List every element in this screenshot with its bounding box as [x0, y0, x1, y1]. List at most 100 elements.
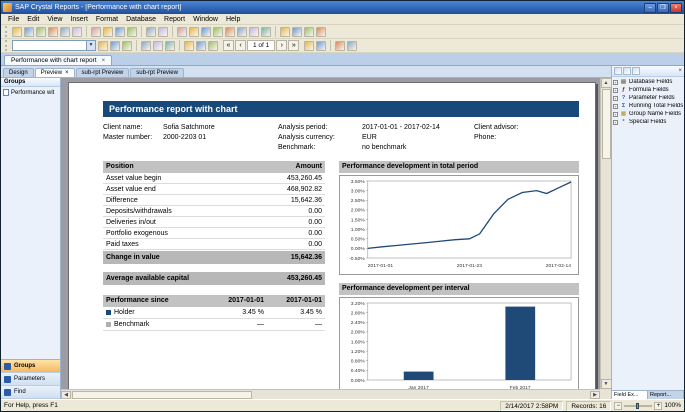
explorer-tab[interactable]: Report...: [648, 391, 684, 399]
percent-icon[interactable]: [196, 41, 206, 51]
redo-icon[interactable]: [158, 27, 168, 37]
field-explorer-item[interactable]: +ƒFormula Fields: [613, 87, 683, 93]
new-report-icon[interactable]: [12, 27, 22, 37]
toolbar-drag-handle[interactable]: [5, 26, 8, 37]
menu-report[interactable]: Report: [160, 16, 189, 23]
help-icon[interactable]: [316, 27, 326, 37]
field-explorer-item[interactable]: +▤Database Fields: [613, 79, 683, 85]
toolbar-drag-handle[interactable]: [5, 40, 8, 51]
zoom-icon[interactable]: [304, 27, 314, 37]
document-tab[interactable]: Performance with chart report ×: [4, 55, 112, 65]
view-tab-sub-rpt-preview[interactable]: sub-rpt Preview: [130, 68, 184, 77]
insert-subreport-icon[interactable]: [213, 27, 223, 37]
close-button[interactable]: ×: [670, 3, 682, 13]
align-right-icon[interactable]: [165, 41, 175, 51]
stop-icon[interactable]: [316, 41, 326, 51]
horizontal-scrollbar[interactable]: ◀ ▶: [61, 389, 600, 399]
previous-page-button[interactable]: ‹: [235, 40, 246, 51]
zoom-slider-thumb[interactable]: [636, 403, 639, 409]
minimize-button[interactable]: –: [644, 3, 656, 13]
zoom-slider[interactable]: [624, 405, 652, 407]
vertical-scroll-thumb[interactable]: [602, 89, 611, 159]
scroll-up-icon[interactable]: ▲: [601, 78, 612, 88]
first-page-button[interactable]: «: [223, 40, 234, 51]
menu-insert[interactable]: Insert: [66, 16, 92, 23]
save-icon[interactable]: [36, 27, 46, 37]
last-page-button[interactable]: »: [288, 40, 299, 51]
insert-box-icon[interactable]: [237, 27, 247, 37]
scroll-down-icon[interactable]: ▼: [601, 379, 612, 389]
expand-icon[interactable]: +: [613, 104, 618, 109]
vertical-scrollbar[interactable]: ▲ ▼: [600, 78, 611, 389]
menu-file[interactable]: File: [4, 16, 23, 23]
align-left-icon[interactable]: [141, 41, 151, 51]
accordion-groups[interactable]: Groups: [1, 360, 60, 373]
close-tab-icon[interactable]: ×: [65, 70, 69, 76]
expand-icon[interactable]: +: [613, 120, 618, 125]
zoom-in-icon[interactable]: +: [654, 402, 662, 410]
italic-icon[interactable]: [110, 41, 120, 51]
select-expert-icon[interactable]: [292, 27, 302, 37]
insert-to-report-icon[interactable]: [614, 67, 622, 75]
align-center-icon[interactable]: [153, 41, 163, 51]
section-expert-icon[interactable]: [280, 27, 290, 37]
format-painter-icon[interactable]: [127, 27, 137, 37]
accordion-parameters[interactable]: Parameters: [1, 373, 60, 386]
currency-icon[interactable]: [184, 41, 194, 51]
explorer-tab[interactable]: Field Ex...: [612, 391, 648, 399]
font-combo[interactable]: ▼: [12, 40, 96, 51]
field-explorer-item[interactable]: +ΣRunning Total Fields: [613, 103, 683, 109]
search-icon[interactable]: [335, 41, 345, 51]
underline-icon[interactable]: [122, 41, 132, 51]
export-icon[interactable]: [72, 27, 82, 37]
insert-chart-icon[interactable]: [249, 27, 259, 37]
menu-help[interactable]: Help: [222, 16, 244, 23]
expand-icon[interactable]: +: [613, 80, 618, 85]
group-tree-root[interactable]: Performance wit: [3, 89, 58, 96]
new-field-icon[interactable]: [632, 67, 640, 75]
insert-picture-icon[interactable]: [261, 27, 271, 37]
zoom-out-icon[interactable]: −: [614, 402, 622, 410]
view-tab-preview[interactable]: Preview×: [35, 68, 75, 77]
horizontal-scroll-thumb[interactable]: [72, 391, 252, 399]
open-icon[interactable]: [24, 27, 34, 37]
print-icon[interactable]: [48, 27, 58, 37]
accordion-find[interactable]: Find: [1, 386, 60, 399]
close-panel-icon[interactable]: ×: [678, 68, 682, 74]
expand-icon[interactable]: +: [613, 112, 618, 117]
insert-group-icon[interactable]: [189, 27, 199, 37]
comma-icon[interactable]: [208, 41, 218, 51]
menu-edit[interactable]: Edit: [23, 16, 43, 23]
field-explorer-item[interactable]: +▦Group Name Fields: [613, 111, 683, 117]
print-preview-icon[interactable]: [60, 27, 70, 37]
paste-icon[interactable]: [115, 27, 125, 37]
zoom-combo-icon[interactable]: [347, 41, 357, 51]
next-page-button[interactable]: ›: [276, 40, 287, 51]
menu-format[interactable]: Format: [92, 16, 122, 23]
cut-icon[interactable]: [91, 27, 101, 37]
expand-icon[interactable]: +: [613, 96, 618, 101]
field-explorer-item[interactable]: +?Parameter Fields: [613, 95, 683, 101]
toolbar-main: [1, 25, 684, 39]
view-tab-design[interactable]: Design: [3, 68, 34, 77]
browse-data-icon[interactable]: [623, 67, 631, 75]
insert-text-object-icon[interactable]: [177, 27, 187, 37]
chevron-down-icon[interactable]: ▼: [86, 41, 95, 50]
scroll-right-icon[interactable]: ▶: [590, 391, 600, 399]
view-tab-sub-rpt-preview[interactable]: sub-rpt Preview: [76, 68, 130, 77]
copy-icon[interactable]: [103, 27, 113, 37]
menu-database[interactable]: Database: [122, 16, 160, 23]
refresh-icon[interactable]: [304, 41, 314, 51]
insert-summary-icon[interactable]: [201, 27, 211, 37]
insert-line-icon[interactable]: [225, 27, 235, 37]
scroll-left-icon[interactable]: ◀: [61, 391, 71, 399]
menu-view[interactable]: View: [43, 16, 66, 23]
field-explorer-item[interactable]: +*Special Fields: [613, 119, 683, 125]
expand-icon[interactable]: +: [613, 88, 618, 93]
close-tab-icon[interactable]: ×: [102, 58, 106, 64]
bold-icon[interactable]: [98, 41, 108, 51]
undo-icon[interactable]: [146, 27, 156, 37]
maximize-button[interactable]: ❒: [657, 3, 669, 13]
menu-window[interactable]: Window: [189, 16, 222, 23]
position-row-label: Asset value end: [106, 185, 156, 193]
